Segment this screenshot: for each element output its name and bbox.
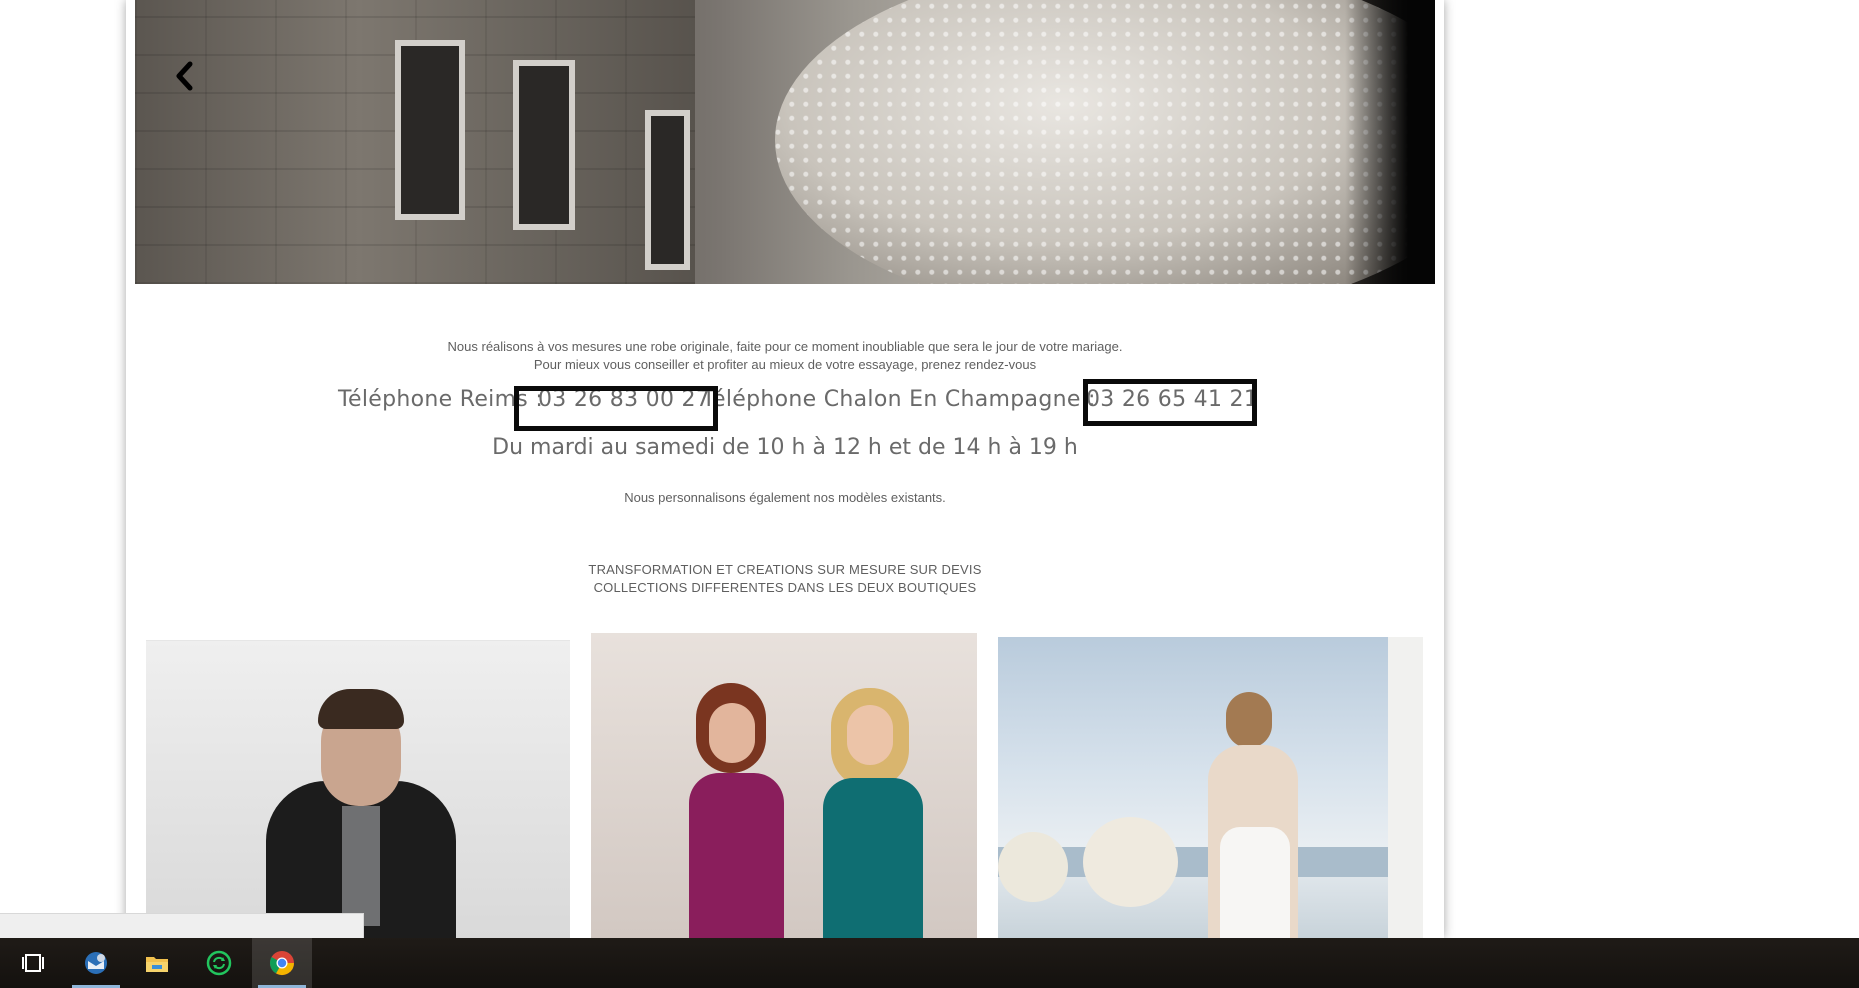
hero-window <box>395 40 465 220</box>
personalisation-note: Nous personnalisons également nos modèle… <box>624 490 946 505</box>
product-image-bride[interactable] <box>998 637 1423 938</box>
product-image-groom[interactable] <box>146 640 570 938</box>
intro-text-line1: Nous réalisons à vos mesures une robe or… <box>447 339 1123 354</box>
phone-reims-label: Téléphone Reims : <box>338 387 544 412</box>
mail-app-icon <box>85 952 107 974</box>
groom-tie-shape <box>342 806 380 926</box>
browser-status-overlay <box>0 913 364 938</box>
taskbar-sync-app[interactable] <box>189 938 249 988</box>
windows-taskbar <box>0 938 1859 988</box>
hero-dark-edge <box>1345 0 1435 284</box>
bride-dress-shape <box>1220 827 1290 938</box>
bridesmaid-left-dress-shape <box>689 773 784 938</box>
services-line2: COLLECTIONS DIFFERENTES DANS LES DEUX BO… <box>593 580 977 595</box>
task-view-icon <box>22 954 44 972</box>
hero-slider <box>135 0 1435 284</box>
phone-chalon-highlight-box <box>1083 379 1257 426</box>
hero-window <box>513 60 575 230</box>
intro-text-line2: Pour mieux vous conseiller et profiter a… <box>533 357 1037 372</box>
hero-window <box>645 110 690 270</box>
phone-reims-highlight-box <box>514 386 718 431</box>
bridesmaid-right-face-shape <box>847 705 893 765</box>
bridesmaid-right-dress-shape <box>823 778 923 938</box>
bride-column-shape <box>1388 637 1423 938</box>
product-image-bridesmaids[interactable] <box>591 633 977 938</box>
taskbar-task-view[interactable] <box>3 938 63 988</box>
taskbar-chrome[interactable] <box>252 938 312 988</box>
slider-prev-button[interactable] <box>165 56 205 96</box>
phone-chalon-label: Téléphone Chalon En Champagne : <box>702 387 1096 412</box>
chrome-icon <box>269 951 294 976</box>
file-explorer-icon <box>146 957 168 972</box>
taskbar-mail-app[interactable] <box>66 938 126 988</box>
taskbar-file-explorer[interactable] <box>127 938 187 988</box>
sync-app-icon <box>206 950 232 976</box>
bride-hair-shape <box>1226 692 1272 748</box>
bride-flowers-right-shape <box>1083 817 1178 907</box>
services-line1: TRANSFORMATION ET CREATIONS SUR MESURE S… <box>588 562 982 577</box>
chevron-left-icon <box>176 61 193 91</box>
phone-numbers-line: Téléphone Reims : 03 26 83 00 27 Télépho… <box>0 379 1859 431</box>
opening-hours: Du mardi au samedi de 10 h à 12 h et de … <box>492 435 1078 460</box>
bride-flowers-left-shape <box>998 832 1068 902</box>
groom-hair-shape <box>318 689 404 729</box>
hero-dress-detail <box>775 0 1435 284</box>
bridesmaid-left-face-shape <box>709 703 755 763</box>
